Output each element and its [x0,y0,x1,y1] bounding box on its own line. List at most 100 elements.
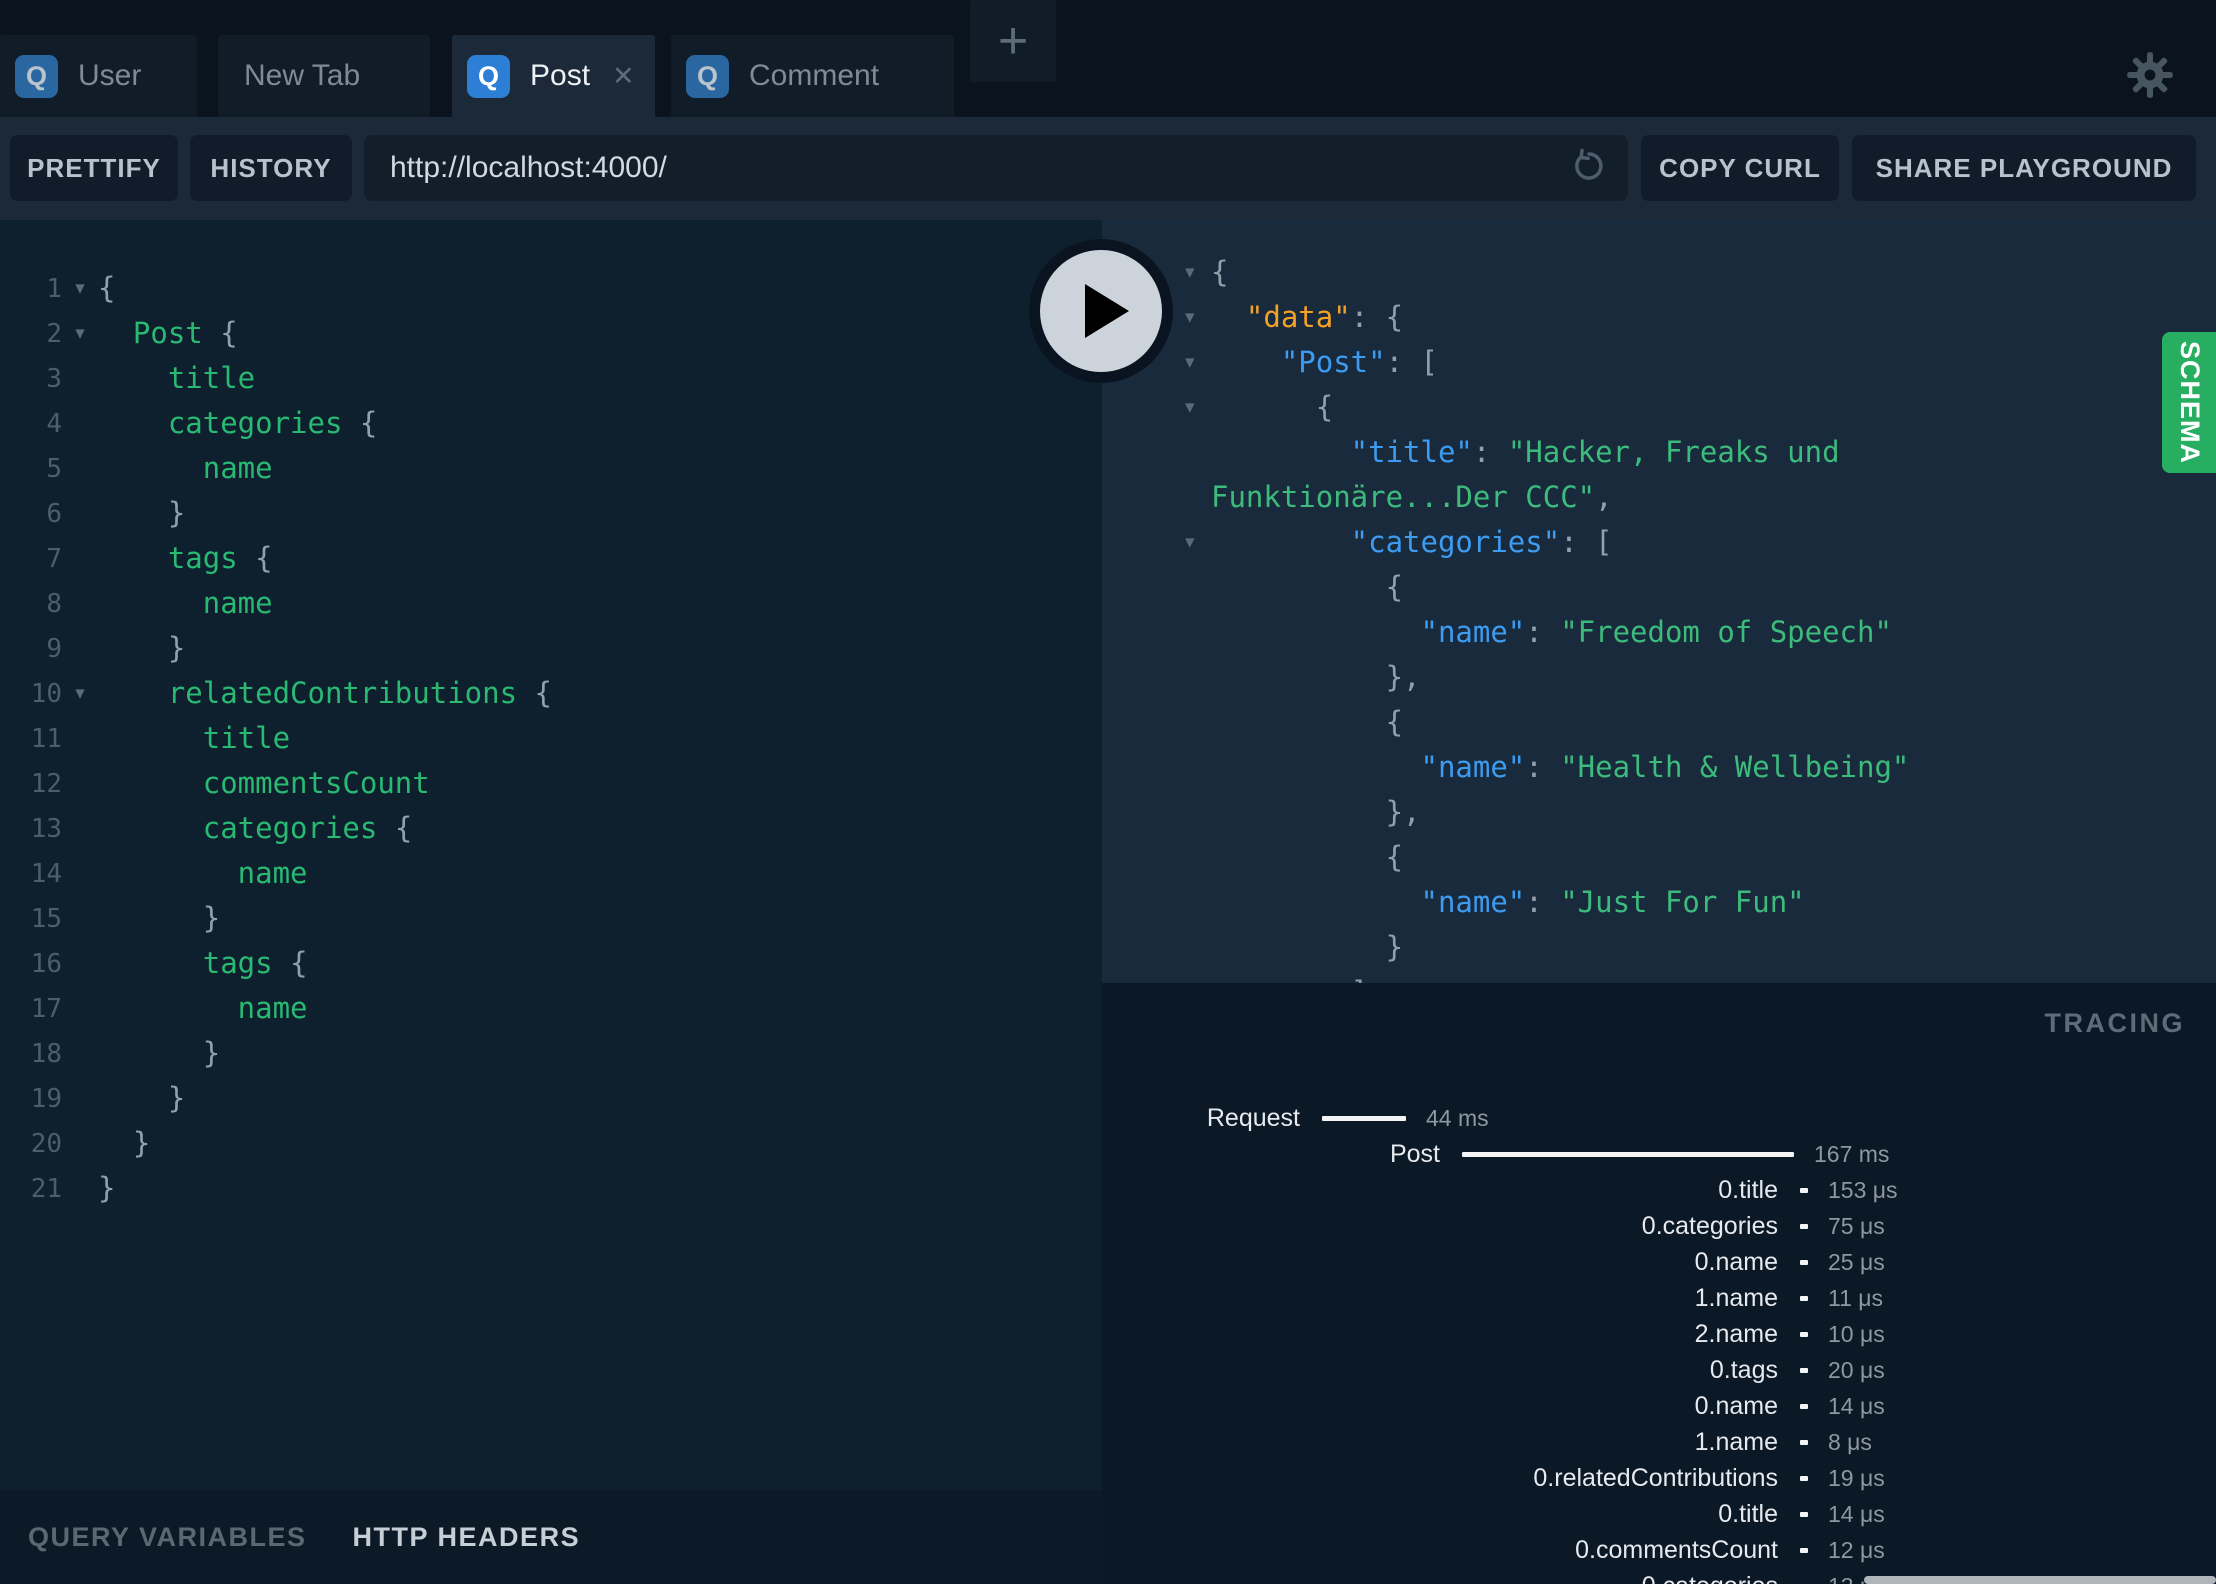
tracing-label: 0.name [1694,1247,1778,1276]
code-line: "name": "Health & Wellbeing" [1102,745,2216,790]
code-text: "data": { [1211,300,1404,334]
tab-bar: Q User New Tab Q Post ✕ Q Comment + [0,0,2216,117]
tracing-label: 0.categories [1102,1572,1778,1584]
tracing-row: 2.name 10 μs [1102,1316,2216,1352]
share-playground-button[interactable]: SHARE PLAYGROUND [1852,135,2196,201]
code-line: 20 } [0,1121,1102,1166]
tracing-duration-value: 8 μs [1828,1428,1872,1455]
line-number: 2 [46,318,62,349]
horizontal-scrollbar[interactable] [1864,1576,2216,1584]
code-text: name [98,991,308,1025]
code-line: 1 ▾{ [0,266,1102,311]
schema-side-tab[interactable]: SCHEMA [2162,332,2216,473]
code-text: tags { [98,541,273,575]
tab-comment[interactable]: Q Comment [671,35,954,117]
code-line: "title": "Hacker, Freaks und [1102,430,2216,475]
line-number: 15 [30,903,62,934]
tracing-row: 0.name 14 μs [1102,1388,2216,1424]
fold-arrow-icon[interactable]: ▾ [62,277,98,300]
code-text: }, [1211,660,1421,694]
code-text: ] [1211,970,1368,983]
code-line: 5 name [0,446,1102,491]
fold-arrow-icon[interactable]: ▾ [1185,261,1211,284]
tracing-duration-value: 14 μs [1828,1392,1885,1419]
line-number: 17 [30,993,62,1024]
line-number: 5 [46,453,62,484]
tab-label: User [78,59,142,92]
history-button[interactable]: HISTORY [190,135,352,201]
line-number: 12 [30,768,62,799]
code-text: relatedContributions { [98,676,552,710]
line-number: 4 [46,408,62,439]
code-line: 6 } [0,491,1102,536]
query-variables-tab[interactable]: QUERY VARIABLES [28,1522,307,1553]
code-text: } [98,631,186,665]
tracing-duration-bar [1800,1367,1808,1373]
tracing-title: TRACING [2044,1008,2185,1038]
code-text: { [1211,390,1334,424]
fold-arrow-icon[interactable]: ▾ [62,682,98,705]
code-line: 3 title [0,356,1102,401]
code-line: { [1102,700,2216,745]
close-icon[interactable]: ✕ [612,61,635,92]
prettify-button[interactable]: PRETTIFY [10,135,178,201]
plus-icon: + [997,12,1029,70]
settings-button[interactable] [2122,48,2178,104]
tracing-label: 0.categories [1641,1211,1778,1240]
tracing-duration-bar [1462,1151,1794,1157]
code-text: tags { [98,946,308,980]
tracing-row: 0.name 25 μs [1102,1244,2216,1280]
code-line: }, [1102,655,2216,700]
code-line: 7 tags { [0,536,1102,581]
tracing-duration-value: 153 μs [1828,1176,1898,1203]
fold-arrow-icon[interactable]: ▾ [1185,396,1211,419]
tracing-duration-value: 10 μs [1828,1320,1885,1347]
query-editor-pane[interactable]: 1 ▾{2 ▾ Post {3 title 4 categories {5 name 6… [0,220,1102,1490]
tab-post[interactable]: Q Post ✕ [452,35,655,117]
copy-curl-button[interactable]: COPY CURL [1641,135,1839,201]
fold-arrow-icon[interactable]: ▾ [1185,351,1211,374]
fold-arrow-icon[interactable]: ▾ [1185,531,1211,554]
tracing-duration-bar [1800,1547,1808,1553]
code-line: ] [1102,970,2216,983]
code-line: 19 } [0,1076,1102,1121]
code-line: 2 ▾ Post { [0,311,1102,356]
code-text: } [98,1171,116,1205]
code-text: name [98,586,273,620]
reset-icon[interactable] [1570,147,1608,190]
graphql-playground-window: Q User New Tab Q Post ✕ Q Comment + PRETTIFY HI… [0,0,2216,1584]
code-text: name [98,451,273,485]
code-text: { [1211,255,1229,289]
tracing-row: 1.name 8 μs [1102,1424,2216,1460]
tracing-duration-value: 75 μs [1828,1212,1885,1239]
code-line: 10 ▾ relatedContributions { [0,671,1102,716]
code-text: { [1211,840,1404,874]
fold-arrow-icon[interactable]: ▾ [62,322,98,345]
tracing-row: 0.categories 75 μs [1102,1208,2216,1244]
tracing-duration-bar [1800,1403,1808,1409]
gear-icon [2127,51,2173,98]
code-line: { [1102,565,2216,610]
tracing-row: 0.title 14 μs [1102,1496,2216,1532]
tracing-waterfall: Request 44 ms Post 167 ms 0.title 153 μs 0.cat… [1102,1100,2216,1584]
line-number: 18 [30,1038,62,1069]
line-number: 8 [46,588,62,619]
response-viewer-pane: ▾{▾ "data": {▾ "Post": [▾ { "title": "Ha… [1102,220,2216,983]
execute-query-button[interactable] [1029,239,1173,383]
fold-arrow-icon[interactable]: ▾ [1185,306,1211,329]
http-headers-tab[interactable]: HTTP HEADERS [353,1522,581,1553]
tracing-duration-value: 12 μs [1828,1536,1885,1563]
code-text: } [98,1036,221,1070]
tracing-panel: TRACING Request 44 ms Post 167 ms 0.title 153… [1102,983,2216,1584]
tab-new-tab[interactable]: New Tab [218,35,430,117]
code-line: { [1102,835,2216,880]
toolbar: PRETTIFY HISTORY COPY CURL SHARE PLAYGRO… [0,117,2216,220]
code-text: } [1211,930,1404,964]
line-number: 7 [46,543,62,574]
tab-user[interactable]: Q User [0,35,197,117]
endpoint-url-input[interactable] [364,135,1570,201]
tracing-label: 0.title [1718,1499,1778,1528]
code-text: "title": "Hacker, Freaks und [1211,435,1840,469]
add-tab-button[interactable]: + [970,0,1056,82]
line-number: 10 [30,678,62,709]
